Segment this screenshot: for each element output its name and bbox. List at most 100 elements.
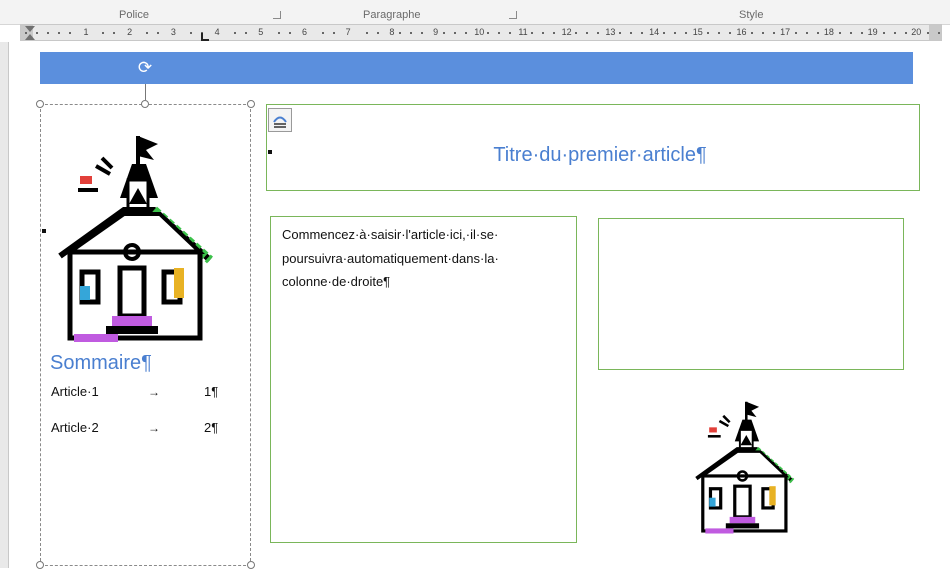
ruler-tick bbox=[410, 32, 412, 34]
ruler-tick bbox=[289, 32, 291, 34]
ruler-tick bbox=[531, 32, 533, 34]
article-body-line: poursuivra·automatiquement·dans·la· bbox=[282, 250, 499, 266]
resize-handle-top-middle[interactable] bbox=[141, 100, 149, 108]
article-continuation-frame[interactable] bbox=[598, 218, 904, 370]
ruler-tick bbox=[641, 32, 643, 34]
ruler-number: 17 bbox=[780, 27, 791, 37]
text-frame-glyph bbox=[273, 116, 287, 128]
ruler-tick bbox=[509, 32, 511, 34]
ruler-tick bbox=[883, 32, 885, 34]
title-anchor-marker bbox=[268, 150, 272, 154]
ruler-tick bbox=[597, 32, 599, 34]
schoolhouse-drawing-small bbox=[695, 401, 795, 534]
ribbon-group-police[interactable]: Police bbox=[119, 9, 149, 21]
ruler-number: 3 bbox=[170, 27, 176, 37]
ruler-number: 12 bbox=[561, 27, 572, 37]
ruler-tick bbox=[234, 32, 236, 34]
ribbon-group-paragraphe[interactable]: Paragraphe bbox=[363, 9, 421, 21]
ruler-number: 7 bbox=[345, 27, 351, 37]
resize-handle-top-right[interactable] bbox=[247, 100, 255, 108]
hanging-indent-marker[interactable] bbox=[25, 34, 35, 40]
police-dialog-launcher-icon[interactable] bbox=[273, 11, 281, 19]
ruler-number: 16 bbox=[736, 27, 747, 37]
ruler-number: 18 bbox=[823, 27, 834, 37]
text-frame-icon[interactable] bbox=[268, 108, 292, 132]
ruler-tick bbox=[498, 32, 500, 34]
ruler-tick bbox=[894, 32, 896, 34]
paragraph-anchor-marker bbox=[42, 229, 46, 233]
ruler-tick bbox=[817, 32, 819, 34]
ruler-tick bbox=[751, 32, 753, 34]
ruler-tick bbox=[36, 32, 38, 34]
toc-entry-page[interactable]: 1¶ bbox=[204, 384, 218, 399]
ruler-tick bbox=[762, 32, 764, 34]
ruler-number: 10 bbox=[474, 27, 485, 37]
ruler-number: 20 bbox=[911, 27, 922, 37]
article-title[interactable]: Titre·du·premier·article¶ bbox=[420, 144, 780, 167]
ruler-tick bbox=[487, 32, 489, 34]
ruler-tick bbox=[839, 32, 841, 34]
toc-entry-label[interactable]: Article·2 bbox=[51, 420, 99, 435]
ruler-tick bbox=[465, 32, 467, 34]
tab-stop-marker[interactable] bbox=[201, 33, 209, 41]
ruler-tick bbox=[366, 32, 368, 34]
horizontal-ruler[interactable]: 1 2 3 4 5 6 7 8 9 10 11 12 13 14 15 16 17 18 19 20 bbox=[20, 24, 942, 41]
schoolhouse-drawing bbox=[58, 136, 213, 342]
ruler-number: 6 bbox=[301, 27, 308, 37]
ruler-number: 15 bbox=[692, 27, 703, 37]
ruler-number: 8 bbox=[389, 27, 395, 37]
toc-entry-page[interactable]: 2¶ bbox=[204, 420, 218, 435]
ruler-tick bbox=[399, 32, 401, 34]
ruler-tick bbox=[861, 32, 863, 34]
ruler-number: 14 bbox=[649, 27, 660, 37]
ruler-tick bbox=[553, 32, 555, 34]
article-body-line: colonne·de·droite¶ bbox=[282, 274, 391, 289]
ruler-tick bbox=[707, 32, 709, 34]
tab-arrow-icon: → bbox=[148, 385, 160, 399]
ruler-tick bbox=[454, 32, 456, 34]
toc-heading[interactable]: Sommaire¶ bbox=[50, 352, 152, 375]
ribbon-group-bar: Police Paragraphe Style bbox=[0, 0, 950, 25]
vertical-ruler[interactable] bbox=[0, 42, 9, 568]
ruler-tick bbox=[245, 32, 247, 34]
ruler-tick bbox=[190, 32, 192, 34]
ruler-tick bbox=[674, 32, 676, 34]
first-line-indent-marker[interactable] bbox=[25, 26, 35, 32]
ruler-tick bbox=[663, 32, 665, 34]
ruler-tick bbox=[729, 32, 731, 34]
ruler-tick bbox=[421, 32, 423, 34]
ruler-tick bbox=[542, 32, 544, 34]
resize-handle-top-left[interactable] bbox=[36, 100, 44, 108]
ruler-number: 13 bbox=[605, 27, 616, 37]
ruler-tick bbox=[795, 32, 797, 34]
ruler-number: 2 bbox=[127, 27, 133, 37]
ruler-tick bbox=[322, 32, 324, 34]
rotate-handle-stem bbox=[145, 84, 146, 100]
ruler-number: 4 bbox=[214, 27, 220, 37]
schoolhouse-clipart-small[interactable] bbox=[690, 392, 800, 542]
article-body-text[interactable]: Commencez·à·saisir·l'article·ici,·il·se·… bbox=[282, 223, 567, 294]
ruler-tick bbox=[905, 32, 907, 34]
ruler-tick bbox=[47, 32, 49, 34]
ruler-tick bbox=[773, 32, 775, 34]
ruler-number: 19 bbox=[867, 27, 878, 37]
ruler-tick bbox=[619, 32, 621, 34]
ruler-tick bbox=[575, 32, 577, 34]
ruler-tick bbox=[938, 32, 940, 34]
ribbon-group-style[interactable]: Style bbox=[739, 9, 763, 21]
header-banner[interactable] bbox=[40, 52, 913, 84]
ruler-number: 1 bbox=[83, 27, 89, 37]
ruler-tick bbox=[146, 32, 148, 34]
schoolhouse-clipart[interactable] bbox=[50, 128, 222, 348]
rotate-handle-icon[interactable]: ⟳ bbox=[135, 58, 155, 78]
ruler-tick bbox=[157, 32, 159, 34]
ruler-tick bbox=[69, 32, 71, 34]
toc-entry-label[interactable]: Article·1 bbox=[51, 384, 99, 399]
article-body-line: Commencez·à·saisir·l'article·ici,·il·se· bbox=[282, 227, 499, 242]
ruler-tick bbox=[927, 32, 929, 34]
tab-arrow-icon: → bbox=[148, 421, 160, 435]
paragraphe-dialog-launcher-icon[interactable] bbox=[509, 11, 517, 19]
ruler-number: 5 bbox=[258, 27, 264, 37]
ruler-tick bbox=[377, 32, 379, 34]
ruler-number: 11 bbox=[518, 27, 528, 37]
